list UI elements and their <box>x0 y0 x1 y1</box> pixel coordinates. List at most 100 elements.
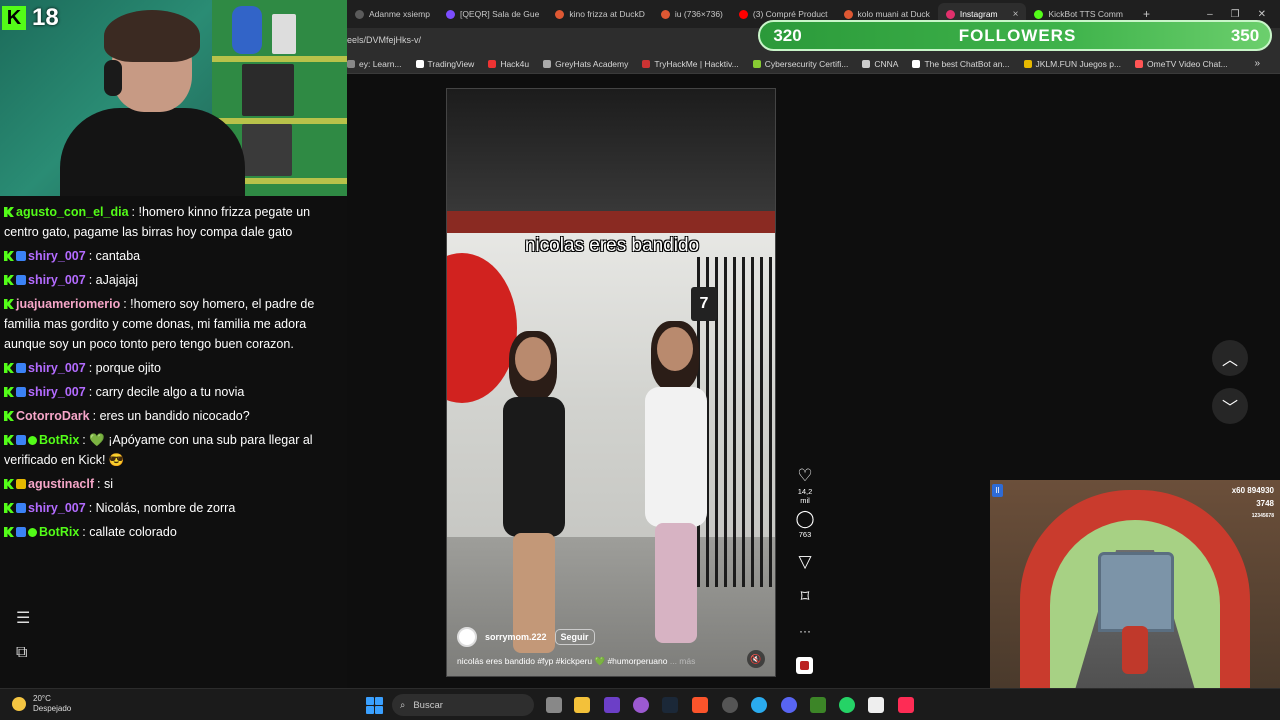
more-link[interactable]: ... más <box>670 656 696 666</box>
kick-badge-icon <box>4 387 14 397</box>
side-icons: ☰ ⧉ <box>16 608 34 662</box>
kick-badge-icon <box>4 411 14 421</box>
bookmark-item[interactable]: GreyHats Academy <box>543 59 628 69</box>
obs-icon[interactable] <box>722 697 738 713</box>
pause-icon[interactable]: II <box>992 484 1003 497</box>
browser-tab[interactable]: Adanme xsiemp <box>347 3 438 25</box>
tab-label: iu (736×736) <box>674 9 723 19</box>
followers-title: FOLLOWERS <box>958 25 1077 45</box>
chevron-up-icon: ︿ <box>1221 352 1238 369</box>
close-tab-icon[interactable]: × <box>1013 9 1019 20</box>
comment-icon: ◯ <box>795 509 815 528</box>
visual-studio-icon[interactable] <box>604 697 620 713</box>
browser-tab[interactable]: [QEQR] Sala de Gue <box>438 3 547 25</box>
chat-username[interactable]: BotRix <box>39 525 79 539</box>
reel-caption: nicolas eres bandido <box>524 235 700 256</box>
bookmark-item[interactable]: JKLM.FUN Juegos p... <box>1023 59 1121 69</box>
previous-reel-button[interactable]: ︿ <box>1212 340 1248 376</box>
headset-icon <box>104 60 122 96</box>
subscriber-badge-icon <box>16 387 26 397</box>
chat-username[interactable]: shiry_007 <box>28 249 86 263</box>
kick-logo-icon: K <box>2 6 26 30</box>
close-window-button[interactable]: ✕ <box>1258 9 1266 20</box>
chat-username[interactable]: BotRix <box>39 433 79 447</box>
chat-message: BotRix: 💚 ¡Apóyame con una sub para lleg… <box>4 430 344 470</box>
bookmark-favicon-icon <box>488 59 497 68</box>
weather-widget[interactable]: 20°C Despejado <box>12 694 71 714</box>
more-options-button[interactable]: ··· <box>792 622 818 640</box>
bookmark-favicon-icon <box>912 59 921 68</box>
bookmark-item[interactable]: TryHackMe | Hacktiv... <box>642 58 739 69</box>
next-reel-button[interactable]: ﹀ <box>1212 388 1248 424</box>
like-button[interactable]: ♡ 14,2 mil <box>792 467 818 506</box>
url-text[interactable]: eels/DVMfejHks-v/ <box>347 35 421 45</box>
task-view-icon[interactable] <box>546 697 562 713</box>
kick-badge-icon <box>4 251 14 261</box>
mute-icon[interactable]: 🔇 <box>747 650 765 668</box>
telegram-icon[interactable] <box>751 697 767 713</box>
bookmark-label: TryHackMe | Hacktiv... <box>654 58 739 69</box>
tab-label: [QEQR] Sala de Gue <box>459 9 540 19</box>
save-button[interactable]: ⌑ <box>792 588 818 606</box>
whatsapp-icon[interactable] <box>839 697 855 713</box>
sitemap-icon[interactable]: ⧉ <box>16 644 34 662</box>
bookmark-item[interactable]: ey: Learn... <box>347 59 402 69</box>
bookmark-item[interactable]: Hack4u <box>488 59 529 69</box>
file-explorer-icon[interactable] <box>574 697 590 713</box>
chat-username[interactable]: juajuameriomerio <box>16 297 120 311</box>
menu-icon[interactable]: ☰ <box>16 608 34 628</box>
steam-icon[interactable] <box>662 697 678 713</box>
chat-message: shiry_007: aJajajaj <box>4 270 344 290</box>
minecraft-icon[interactable] <box>810 697 826 713</box>
person-left <box>485 331 585 657</box>
kick-badge-icon <box>4 275 14 285</box>
chat-text: : Nicolás, nombre de zorra <box>88 501 236 515</box>
follow-button[interactable]: Seguir <box>554 629 595 645</box>
bookmark-item[interactable]: Cybersecurity Certifi... <box>752 59 848 69</box>
reel-description: nicolás eres bandido #fyp #kickperu 💚 #h… <box>457 656 695 667</box>
chat-message: shiry_007: cantaba <box>4 246 344 266</box>
taskbar-search[interactable]: ⌕ Buscar <box>392 694 534 716</box>
kick-badge-icon <box>4 479 14 489</box>
chevron-down-icon: ﹀ <box>1221 400 1238 417</box>
app-icon-2[interactable] <box>868 697 884 713</box>
bookmark-item[interactable]: TradingView <box>415 59 474 69</box>
audio-thumbnail[interactable] <box>796 657 813 674</box>
viewer-badge: K 18 <box>2 4 59 31</box>
gift-badge-icon <box>16 479 26 489</box>
app-icon[interactable] <box>633 697 649 713</box>
chat-text: : si <box>97 477 113 491</box>
instagram-reel[interactable]: 7 nicolas eres bandido sorrymom.222 Segu… <box>446 88 776 677</box>
discord-icon[interactable] <box>781 697 797 713</box>
bookmarks-more-button[interactable]: » <box>1254 58 1260 69</box>
chat-username[interactable]: shiry_007 <box>28 385 86 399</box>
comment-button[interactable]: ◯ 763 <box>792 509 818 540</box>
chat-text: : callate colorado <box>82 525 177 539</box>
chat-username[interactable]: agustinaclf <box>28 477 94 491</box>
reel-username[interactable]: sorrymom.222 <box>485 632 547 642</box>
bookmark-favicon-icon <box>642 59 651 68</box>
chat-username[interactable]: shiry_007 <box>28 273 86 287</box>
tiktok-icon[interactable] <box>898 697 914 713</box>
tab-favicon-icon <box>945 9 955 19</box>
avatar[interactable] <box>457 627 477 647</box>
chat-username[interactable]: agusto_con_el_dia <box>16 205 129 219</box>
bookmark-item[interactable]: CNNA <box>862 59 898 69</box>
chat-username[interactable]: shiry_007 <box>28 361 86 375</box>
chat-username[interactable]: shiry_007 <box>28 501 86 515</box>
browser-tab[interactable]: iu (736×736) <box>653 3 731 25</box>
new-tab-button[interactable]: + <box>1143 7 1150 21</box>
chat-username[interactable]: CotorroDark <box>16 409 90 423</box>
share-button[interactable]: ▽ <box>792 553 818 571</box>
bookmark-item[interactable]: The best ChatBot an... <box>912 58 1010 69</box>
bookmark-label: The best ChatBot an... <box>924 58 1010 69</box>
minimize-button[interactable]: – <box>1207 9 1213 20</box>
start-button[interactable] <box>366 697 383 714</box>
brave-icon[interactable] <box>692 697 708 713</box>
bookmark-label: Hack4u <box>500 58 530 69</box>
subscriber-badge-icon <box>16 251 26 261</box>
bookmark-item[interactable]: OmeTV Video Chat... <box>1135 59 1228 69</box>
chat-message: juajuameriomerio: !homero soy homero, el… <box>4 294 344 354</box>
maximize-button[interactable]: ❐ <box>1231 9 1240 20</box>
browser-tab[interactable]: kino frizza at DuckD <box>547 3 653 25</box>
